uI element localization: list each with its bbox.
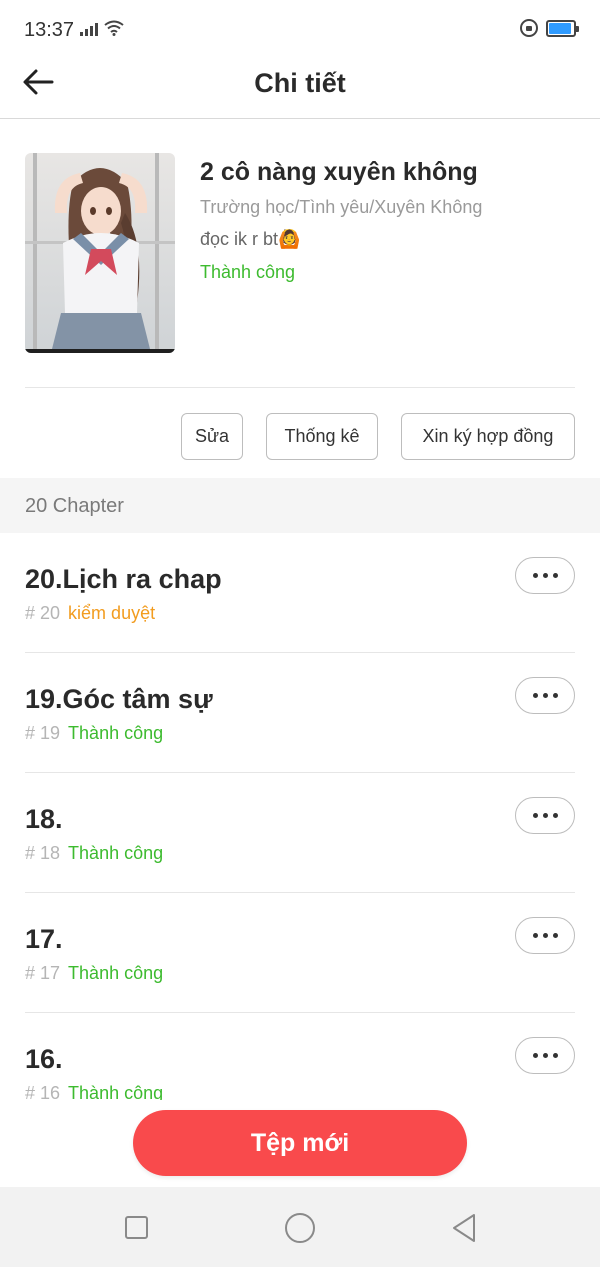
- battery-fill: [549, 22, 571, 34]
- request-contract-button[interactable]: Xin ký hợp đồng: [401, 413, 575, 460]
- story-status: Thành công: [200, 262, 296, 282]
- status-icons-right: [520, 19, 579, 37]
- edit-button[interactable]: Sửa: [181, 413, 243, 460]
- battery-icon: [546, 19, 579, 37]
- chapter-number: # 19: [25, 723, 61, 743]
- stats-button[interactable]: Thống kê: [266, 413, 378, 460]
- story-description: đọc ik r bt🙆: [200, 229, 301, 249]
- story-title: 2 cô nàng xuyên không: [200, 158, 478, 186]
- story-cover-image[interactable]: [25, 153, 175, 353]
- status-time: 13:37: [24, 19, 75, 41]
- recent-apps-icon[interactable]: [125, 1216, 148, 1239]
- chapter-meta: # 17 Thành công: [25, 963, 163, 984]
- chapter-number: # 18: [25, 843, 61, 863]
- back-triangle-icon[interactable]: [450, 1212, 478, 1244]
- chapter-meta: # 20 kiểm duyệt: [25, 603, 155, 624]
- more-options-button[interactable]: [515, 677, 575, 714]
- more-options-button[interactable]: [515, 917, 575, 954]
- more-options-button[interactable]: [515, 797, 575, 834]
- chapter-count-bar: 20 Chapter: [0, 478, 600, 533]
- chapter-status: Thành công: [68, 1083, 164, 1100]
- chapter-row[interactable]: 18. # 18 Thành công: [0, 773, 600, 893]
- wifi-icon: [104, 20, 124, 36]
- home-icon[interactable]: [285, 1213, 315, 1243]
- chapter-row[interactable]: 16. # 16 Thành công: [0, 1013, 600, 1100]
- more-options-button[interactable]: [515, 557, 575, 594]
- chapter-title: 16.: [25, 1044, 63, 1074]
- chapter-number: # 16: [25, 1083, 61, 1100]
- chapter-meta: # 19 Thành công: [25, 723, 163, 744]
- chapter-list[interactable]: 20.Lịch ra chap # 20 kiểm duyệt 19.Góc t…: [0, 533, 600, 1100]
- story-genres: Trường học/Tình yêu/Xuyên Không: [200, 197, 483, 217]
- chapter-row[interactable]: 20.Lịch ra chap # 20 kiểm duyệt: [0, 533, 600, 653]
- chapter-row[interactable]: 19.Góc tâm sự # 19 Thành công: [0, 653, 600, 773]
- status-icons-left: [80, 20, 124, 36]
- bottom-panel: Tệp mới: [0, 1100, 600, 1187]
- chapter-title: 19.Góc tâm sự: [25, 684, 213, 714]
- more-options-button[interactable]: [515, 1037, 575, 1074]
- chapter-status: Thành công: [68, 723, 164, 743]
- page-title: Chi tiết: [254, 68, 346, 98]
- rotation-lock-icon: [520, 19, 538, 37]
- chapter-number: # 20: [25, 603, 61, 623]
- header: Chi tiết: [0, 62, 600, 119]
- chapter-status: kiểm duyệt: [68, 603, 156, 623]
- chapter-title: 18.: [25, 804, 63, 834]
- signal-icon: [80, 20, 98, 36]
- new-chapter-button[interactable]: Tệp mới: [133, 1110, 467, 1176]
- status-bar: 13:37: [0, 0, 600, 62]
- navigation-bar: [0, 1187, 600, 1267]
- chapter-meta: # 18 Thành công: [25, 843, 163, 864]
- chapter-count: 20 Chapter: [25, 495, 124, 517]
- chapter-number: # 17: [25, 963, 61, 983]
- divider: [25, 387, 575, 388]
- chapter-status: Thành công: [68, 843, 164, 863]
- chapter-meta: # 16 Thành công: [25, 1083, 163, 1100]
- chapter-row[interactable]: 17. # 17 Thành công: [0, 893, 600, 1013]
- chapter-title: 20.Lịch ra chap: [25, 564, 222, 594]
- chapter-status: Thành công: [68, 963, 164, 983]
- chapter-title: 17.: [25, 924, 63, 954]
